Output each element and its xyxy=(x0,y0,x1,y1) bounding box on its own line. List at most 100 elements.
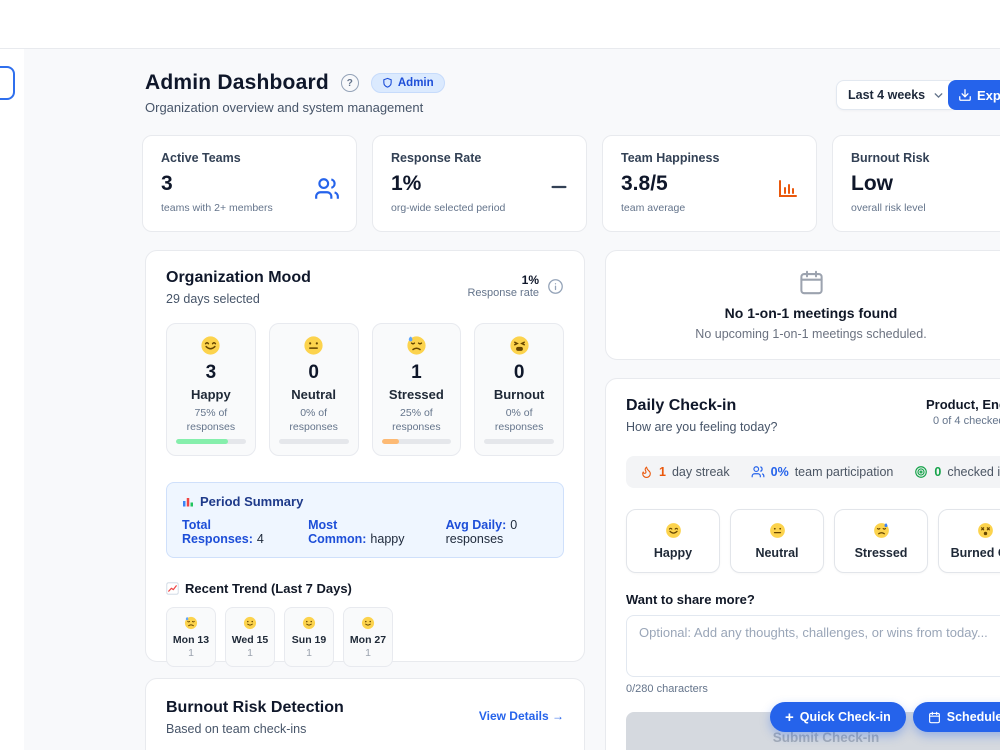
period-select-value: Last 4 weeks xyxy=(848,88,926,102)
export-button[interactable]: Export xyxy=(948,80,1000,110)
sidebar-edge-button[interactable] xyxy=(0,66,15,100)
admin-badge-label: Admin xyxy=(397,77,434,89)
team-checked-in-count: 0 of 4 checked in today xyxy=(933,415,1000,427)
mood-button-neutral[interactable]: Neutral xyxy=(730,509,824,573)
burnout-panel-subtitle: Based on team check-ins xyxy=(166,722,307,736)
page-header: Admin Dashboard ? Admin xyxy=(145,71,445,95)
mood-count: 0 xyxy=(308,362,319,383)
meetings-empty-subtitle: No upcoming 1-on-1 meetings scheduled. xyxy=(695,327,927,341)
slight-smile-face-icon xyxy=(361,616,375,630)
period-summary-box: Period Summary Total Responses: 4 Most Co… xyxy=(166,482,564,558)
mood-button-burned-out[interactable]: Burned Out xyxy=(938,509,1000,573)
mood-progress-bar xyxy=(176,439,246,444)
daily-checkin-panel: Daily Check-in How are you feeling today… xyxy=(605,378,1000,750)
trend-day-label: Sun 19 xyxy=(291,633,327,646)
neutral-face-icon xyxy=(769,522,786,539)
cold-sweat-face-icon xyxy=(873,522,890,539)
mood-card-happy: 3 Happy 75% of responses xyxy=(166,323,256,456)
trend-day-label: Mon 27 xyxy=(349,633,387,646)
mood-progress-bar xyxy=(278,439,349,444)
stat-value: Low xyxy=(851,172,893,195)
schedule-1on1-button[interactable]: Schedule 1-on-1 xyxy=(912,702,1000,732)
mood-count: 1 xyxy=(411,362,422,383)
burnout-panel-title: Burnout Risk Detection xyxy=(166,699,344,716)
share-more-input[interactable] xyxy=(626,615,1000,677)
mood-percentage: 0% of responses xyxy=(289,407,338,434)
response-rate-label: Response rate xyxy=(467,287,539,299)
response-rate-value: 1% xyxy=(521,273,539,287)
mood-summary-grid: 3 Happy 75% of responses 0 Neutral 0% of… xyxy=(166,323,564,456)
neutral-face-icon xyxy=(303,335,324,356)
floating-action-buttons: + Quick Check-in Schedule 1-on-1 xyxy=(770,702,1000,732)
mood-card-neutral: 0 Neutral 0% of responses xyxy=(268,323,359,456)
calendar-icon xyxy=(928,711,941,724)
stat-value: 3 xyxy=(161,172,173,195)
checkin-stats-bar: 1 day streak 0% team participation 0 che… xyxy=(626,456,1000,488)
share-more-label: Want to share more? xyxy=(626,592,755,607)
admin-dashboard-screen: Admin Dashboard ? Admin Organization ove… xyxy=(0,0,1000,750)
mood-percentage: 0% of responses xyxy=(494,407,544,434)
slight-smile-face-icon xyxy=(302,616,316,630)
mood-button-stressed[interactable]: Stressed xyxy=(834,509,928,573)
minus-icon xyxy=(548,176,570,198)
shield-icon xyxy=(382,77,393,89)
dizzy-face-icon xyxy=(977,522,994,539)
plus-icon: + xyxy=(785,708,794,726)
info-icon[interactable] xyxy=(547,278,564,295)
view-details-link[interactable]: View Details → xyxy=(479,709,564,723)
chevron-down-icon xyxy=(932,89,945,102)
org-mood-title: Organization Mood xyxy=(166,269,311,286)
mood-progress-bar xyxy=(381,439,452,444)
stat-card-response-rate: Response Rate 1% org-wide selected perio… xyxy=(372,135,587,232)
checked-in-today-stat: 0 checked in today xyxy=(914,465,1000,479)
stat-value: 1% xyxy=(391,172,422,195)
mood-percentage: 75% of responses xyxy=(186,407,236,434)
download-icon xyxy=(958,88,972,102)
page-subtitle: Organization overview and system managem… xyxy=(145,100,424,115)
period-summary-title: Period Summary xyxy=(200,494,304,509)
page-title: Admin Dashboard xyxy=(145,71,329,94)
trend-day-label: Wed 15 xyxy=(231,633,269,646)
trend-day-card: Mon 13 1 xyxy=(166,607,216,667)
stat-sub: team average xyxy=(621,202,686,214)
mood-label: Neutral xyxy=(291,387,337,402)
stressed-face-icon xyxy=(406,335,427,356)
recent-trend-title: Recent Trend (Last 7 Days) xyxy=(185,581,352,596)
help-icon[interactable]: ? xyxy=(340,74,359,92)
stat-sub: teams with 2+ members xyxy=(161,202,273,214)
slight-smile-face-icon xyxy=(243,616,257,630)
flame-icon xyxy=(640,465,653,479)
day-streak-stat: 1 day streak xyxy=(640,465,730,479)
stat-label: Response Rate xyxy=(391,151,482,165)
top-navigation-bar xyxy=(0,0,1000,49)
mood-card-stressed: 1 Stressed 25% of responses xyxy=(371,323,462,456)
team-name: Product, Engineering xyxy=(926,397,1000,412)
most-common: Most Common: happy xyxy=(308,518,405,546)
meetings-empty-title: No 1-on-1 meetings found xyxy=(724,305,898,321)
organization-mood-panel: Organization Mood 29 days selected 1% Re… xyxy=(145,250,585,667)
stat-label: Team Happiness xyxy=(621,151,720,165)
avg-daily: Avg Daily: 0 responses xyxy=(445,518,518,546)
stat-value: 3.8/5 xyxy=(621,172,668,195)
stat-card-active-teams: Active Teams 3 teams with 2+ members xyxy=(142,135,357,232)
total-responses: Total Responses: 4 xyxy=(182,518,264,546)
team-participation-stat: 0% team participation xyxy=(751,465,893,479)
trend-day-count: 1 xyxy=(247,646,253,659)
mood-button-row: Happy Neutral Stressed Burned Out xyxy=(626,509,1000,573)
stat-label: Burnout Risk xyxy=(851,151,930,165)
chart-up-emoji-icon xyxy=(166,582,179,595)
trend-day-count: 1 xyxy=(188,646,194,659)
mood-label: Burnout xyxy=(493,387,545,402)
stat-card-burnout-risk: Burnout Risk Low overall risk level xyxy=(832,135,1000,232)
mood-percentage: 25% of responses xyxy=(392,407,441,434)
stat-label: Active Teams xyxy=(161,151,241,165)
trend-day-count: 1 xyxy=(365,646,371,659)
mood-button-happy[interactable]: Happy xyxy=(626,509,720,573)
period-select[interactable]: Last 4 weeks xyxy=(836,80,958,110)
trend-day-count: 1 xyxy=(306,646,312,659)
left-rail xyxy=(0,49,24,750)
org-mood-subtitle: 29 days selected xyxy=(166,292,260,306)
quick-checkin-button[interactable]: + Quick Check-in xyxy=(770,702,906,732)
target-icon xyxy=(914,465,928,479)
mood-count: 0 xyxy=(513,362,525,383)
